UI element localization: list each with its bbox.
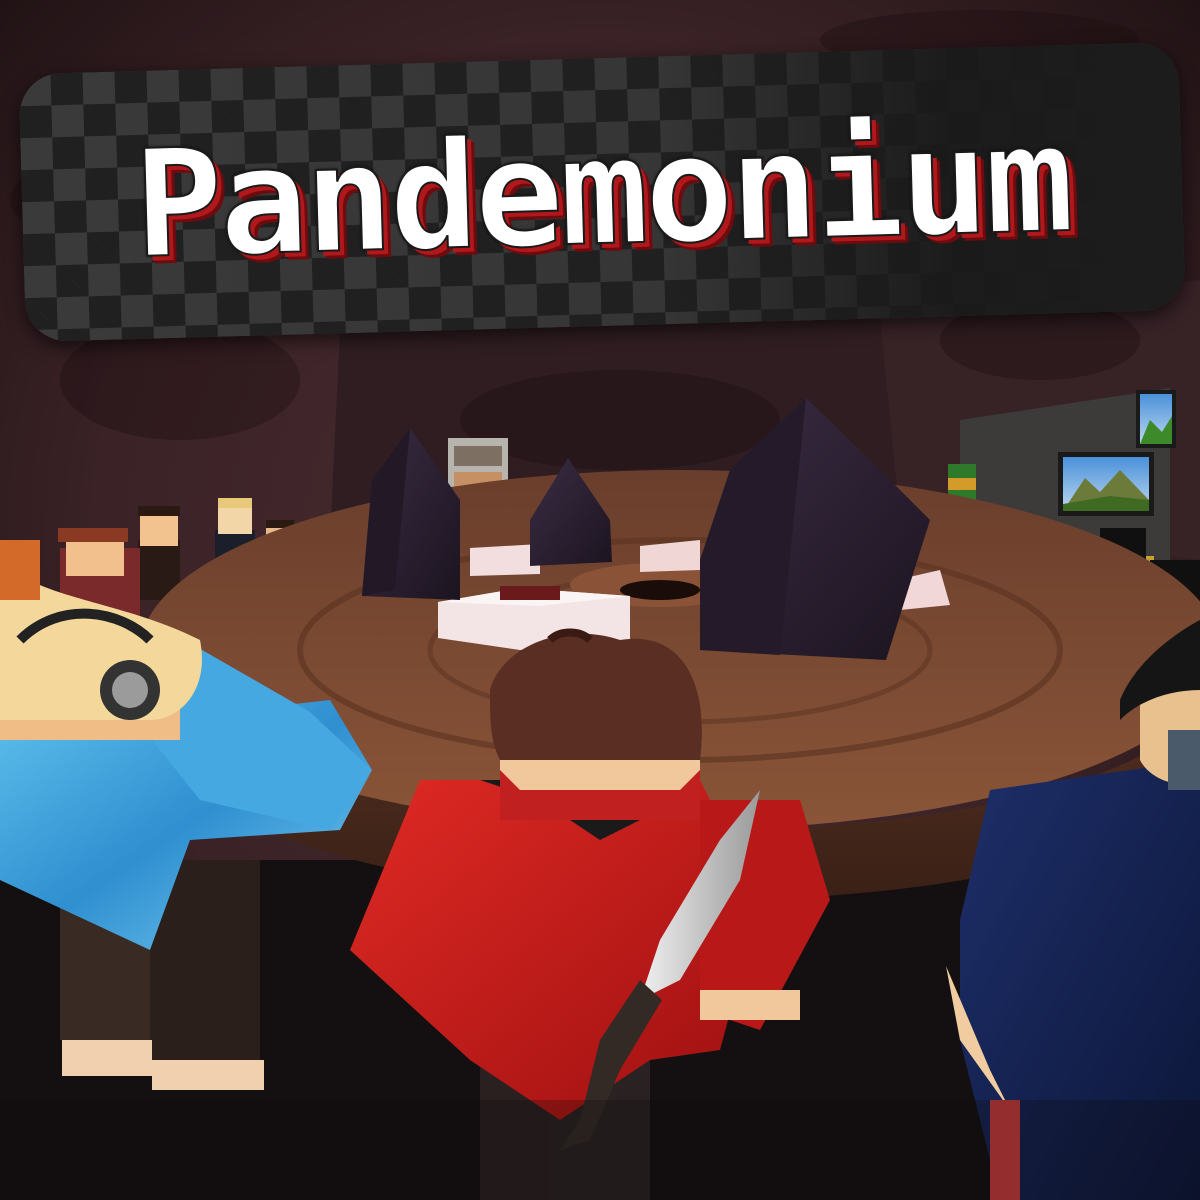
- landscape-painting-lower: [1058, 452, 1154, 516]
- game-title: Pandemonium: [131, 92, 1074, 292]
- game-scene: Pandemonium: [0, 0, 1200, 1200]
- title-banner: Pandemonium: [18, 41, 1186, 343]
- landscape-painting-upper: [1136, 390, 1176, 448]
